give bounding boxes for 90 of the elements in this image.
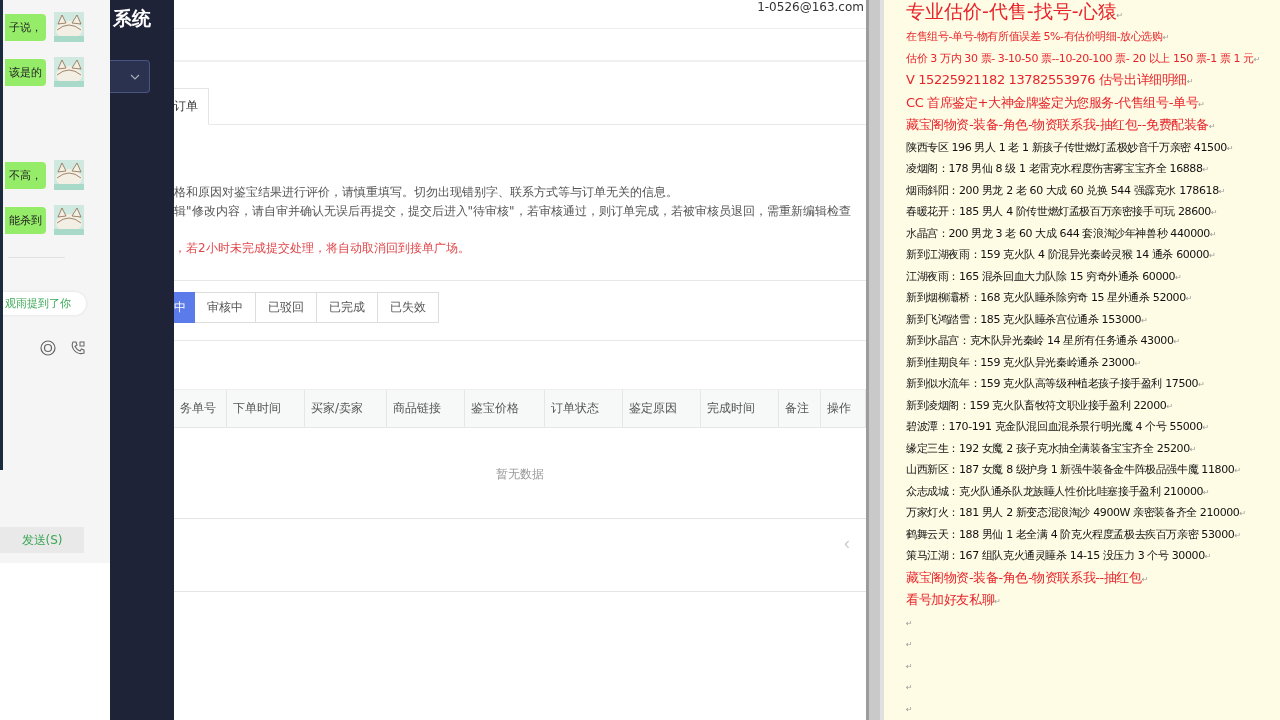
paragraph-mark: ↵ bbox=[1208, 122, 1216, 131]
document-line: 在售组号-单号-物有所值误差 5%-有估价明细-放心选购 bbox=[906, 30, 1163, 43]
tab[interactable]: 订单 bbox=[174, 88, 209, 125]
paragraph-mark: ↵ bbox=[906, 661, 913, 671]
document-line: 新到江湖夜雨：159 克火队 4 阶混异光秦岭灵猴 14 通杀 60000 bbox=[906, 248, 1210, 261]
column-header: 备注 bbox=[779, 390, 821, 427]
paragraph-mark: ↵ bbox=[1198, 380, 1205, 389]
document-line: 烟雨斜阳：200 男龙 2 老 60 大成 60 兑换 544 强霹克水 178618 bbox=[906, 183, 1219, 197]
paragraph-mark: ↵ bbox=[1234, 466, 1241, 475]
paragraph-mark: ↵ bbox=[906, 618, 913, 628]
paragraph-mark: ↵ bbox=[1198, 99, 1205, 109]
paragraph-mark: ↵ bbox=[906, 640, 913, 649]
document-line: 鹤舞云天：188 男仙 1 老全满 4 阶克火程度孟极去疾百万亲密 53000 bbox=[906, 527, 1235, 541]
document-line: 新到飞鸿踏雪：185 克火队睡杀宫位通杀 153000 bbox=[906, 312, 1142, 326]
paragraph-mark: ↵ bbox=[1203, 487, 1210, 497]
document-line: 山西新区：187 女魔 8 级护身 1 新强牛装备金牛阵极品强牛魔 11800 bbox=[906, 463, 1235, 476]
document-line: 江湖夜雨：165 混杀回血大力队除 15 穷奇外通杀 60000 bbox=[906, 269, 1176, 283]
paragraph-mark: ↵ bbox=[1187, 77, 1194, 86]
notice-text: 格和原因对鉴宝结果进行评价，请慎重填写。切勿出现错别字、联系方式等与订单无关的信息。 bbox=[174, 185, 679, 200]
message-bubble: 子说， bbox=[5, 13, 46, 41]
paragraph-mark: ↵ bbox=[1141, 315, 1148, 325]
paragraph-mark: ↵ bbox=[1185, 294, 1193, 303]
paragraph-mark: ↵ bbox=[906, 704, 913, 714]
paragraph-mark: ↵ bbox=[1239, 509, 1246, 518]
phone-icon[interactable] bbox=[70, 340, 86, 356]
paragraph-mark: ↵ bbox=[1166, 401, 1173, 411]
paragraph-mark: ↵ bbox=[1173, 337, 1180, 346]
account-email[interactable]: 1-0526@163.com bbox=[757, 0, 866, 14]
paragraph-mark: ↵ bbox=[1116, 11, 1124, 20]
document-line: 缘定三生：192 女魔 2 孩子克水抽全满装备宝宝齐全 25200 bbox=[906, 441, 1190, 455]
paragraph-mark: ↵ bbox=[1134, 358, 1141, 368]
document-line: 策马江湖：167 组队克火通灵睡杀 14-15 没压力 3 个号 30000 bbox=[906, 549, 1205, 562]
document-line: 专业估价-代售-找号-心猿 bbox=[906, 0, 1117, 22]
column-header: 下单时间 bbox=[227, 390, 305, 427]
paragraph-mark: ↵ bbox=[1162, 33, 1169, 42]
message-bubble: 该是的 bbox=[5, 58, 46, 86]
status-tab[interactable]: 中 bbox=[174, 292, 195, 323]
select-field[interactable] bbox=[110, 60, 150, 93]
document-line: 新到佳期良年：159 克火队异光秦岭通杀 23000 bbox=[906, 355, 1135, 369]
paragraph-mark: ↵ bbox=[1226, 143, 1234, 153]
document-line: 众志成城：克火队通杀队龙族睡人性价比哇塞接手盈利 210000 bbox=[906, 484, 1204, 498]
notice-text: ，若2小时未完成提交处理，将自动取消回到接单广场。 bbox=[174, 241, 471, 256]
document-line: CC 首席鉴定+大神金牌鉴定为您服务-代售组号-单号 bbox=[906, 94, 1199, 110]
document-line: 看号加好友私聊 bbox=[906, 592, 995, 607]
column-header: 商品链接 bbox=[387, 390, 465, 427]
paragraph-mark: ↵ bbox=[994, 597, 1001, 606]
paragraph-mark: ↵ bbox=[906, 683, 913, 692]
status-tab[interactable]: 审核中 bbox=[195, 292, 256, 323]
paragraph-mark: ↵ bbox=[1209, 251, 1216, 260]
document-line: 新到水晶宫：克木队异光秦岭 14 星所有任务通杀 43000 bbox=[906, 334, 1174, 347]
column-header: 鉴宝价格 bbox=[465, 390, 545, 427]
paragraph-mark: ↵ bbox=[1253, 54, 1261, 64]
column-header: 订单状态 bbox=[545, 390, 623, 427]
document-line: 估价 3 万内 30 票- 3-10-50 票--10-20-100 票- 20 以上 150 票-1 票 1 元 bbox=[906, 51, 1254, 65]
document-line: 新到似水流年：159 克火队高等级种植老孩子接手盈利 17500 bbox=[906, 377, 1199, 390]
document-line: 凌烟阁：178 男仙 8 级 1 老雷克水程度伤害雾宝宝齐全 16888 bbox=[906, 162, 1203, 175]
message-bubble: 不高， bbox=[5, 161, 46, 189]
document-line: V 15225921182 13782553976 估号出详细明细 bbox=[906, 72, 1188, 87]
paragraph-mark: ↵ bbox=[1202, 165, 1209, 174]
status-tab[interactable]: 已驳回 bbox=[256, 292, 317, 323]
message-bubble: 能杀到 bbox=[5, 206, 46, 234]
paragraph-mark: ↵ bbox=[1204, 552, 1212, 561]
paragraph-mark: ↵ bbox=[1175, 272, 1182, 282]
document-line: 水晶宫：200 男龙 3 老 60 大成 644 套浪淘沙年神兽秒 440000 bbox=[906, 226, 1210, 240]
paragraph-mark: ↵ bbox=[1234, 530, 1241, 540]
paragraph-mark: ↵ bbox=[1209, 229, 1217, 239]
paragraph-mark: ↵ bbox=[1141, 574, 1148, 584]
document-line: 新到烟柳灞桥：168 克火队睡杀除穷奇 15 星外通杀 52000 bbox=[906, 291, 1186, 304]
app-title: 系统 bbox=[113, 6, 151, 31]
document-line: 陕西专区 196 男人 1 老 1 新孩子传世燃灯孟极妙音千万亲密 41500 bbox=[906, 140, 1227, 154]
paragraph-mark: ↵ bbox=[1202, 423, 1209, 432]
target-icon[interactable] bbox=[40, 340, 56, 356]
document-line: 藏宝阁物资-装备-角色-物资联系我--抽红包 bbox=[906, 569, 1142, 585]
notice-text: 辑"修改内容，请自审并确认无误后再提交，提交后进入"待审核"，若审核通过，则订单完成，若被审核员退回，需重新编辑检查 bbox=[174, 204, 852, 219]
document-line: 新到凌烟阁：159 克火队畜牧符文职业接手盈利 22000 bbox=[906, 398, 1167, 412]
chevron-down-icon bbox=[130, 73, 140, 80]
column-header: 完成时间 bbox=[701, 390, 779, 427]
document-line: 碧波潭：170-191 克金队混回血混杀景行明光魔 4 个号 55000 bbox=[906, 420, 1203, 433]
status-tab[interactable]: 已完成 bbox=[317, 292, 378, 323]
document-line: 藏宝阁物资-装备-角色-物资联系我-抽红包--免费配装备 bbox=[906, 117, 1209, 132]
paragraph-mark: ↵ bbox=[1211, 208, 1218, 217]
column-header: 务单号 bbox=[174, 390, 227, 427]
status-tab[interactable]: 已失效 bbox=[378, 292, 439, 323]
document-line: 春暖花开：185 男人 4 阶传世燃灯孟极百万亲密接手可玩 28600 bbox=[906, 205, 1211, 218]
document-line: 万家灯火：181 男人 2 新变态混浪淘沙 4900W 亲密装备齐全 210000 bbox=[906, 506, 1240, 519]
paragraph-mark: ↵ bbox=[1189, 444, 1197, 454]
paragraph-mark: ↵ bbox=[1218, 186, 1226, 196]
empty-text: 暂无数据 bbox=[496, 466, 544, 483]
column-header: 买家/卖家 bbox=[305, 390, 387, 427]
column-header: 鉴定原因 bbox=[623, 390, 701, 427]
